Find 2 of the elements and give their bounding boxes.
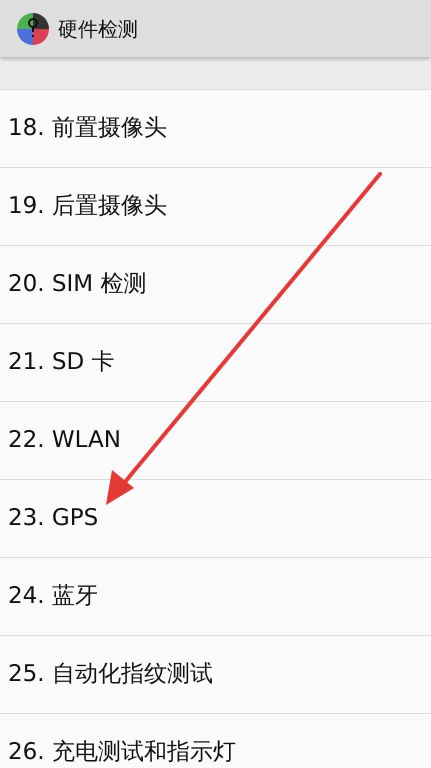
app-title: 硬件检测 <box>58 16 138 42</box>
app-logo-icon <box>16 12 50 46</box>
